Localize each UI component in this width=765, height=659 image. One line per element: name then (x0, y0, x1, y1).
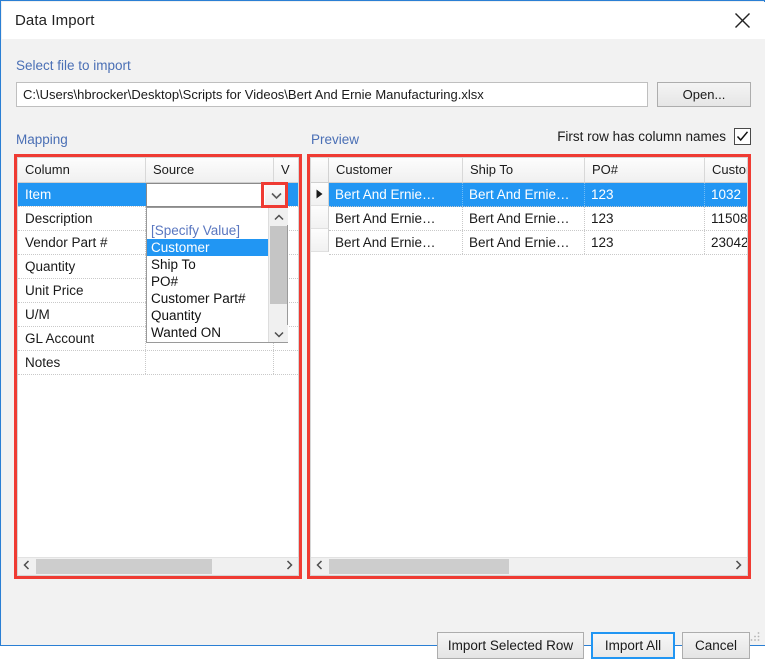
mapping-cell-column: GL Account (18, 327, 146, 350)
preview-cell-customer-part: 230424 (711, 235, 748, 250)
preview-cell-customer: Bert And Ernie… (329, 207, 463, 230)
mapping-scroll-left-button[interactable] (18, 558, 35, 575)
title-bar: Data Import (2, 2, 765, 40)
combobox-dropdown-button[interactable] (265, 184, 287, 206)
chevron-right-icon (286, 560, 293, 573)
dialog-title: Data Import (15, 12, 95, 29)
preview-cell-ship-to: Bert And Ernie… (463, 183, 585, 206)
mapping-horizontal-scrollbar[interactable] (18, 557, 298, 575)
dropdown-option-ship-to[interactable]: Ship To (147, 256, 269, 273)
close-icon (734, 12, 751, 29)
file-path-input[interactable]: C:\Users\hbrocker\Desktop\Scripts for Vi… (16, 82, 648, 107)
preview-cell-customer-part: 1032 (711, 187, 742, 202)
first-row-checkbox-label: First row has column names (557, 129, 726, 144)
chevron-right-icon (735, 560, 742, 573)
preview-cell-ship-to: Bert And Ernie… (463, 207, 585, 230)
close-button[interactable] (719, 2, 765, 39)
dropdown-scroll-up-button[interactable] (269, 208, 288, 225)
mapping-scroll-thumb[interactable] (36, 559, 212, 574)
preview-scroll-left-button[interactable] (311, 558, 328, 575)
dialog-body: Select file to import C:\Users\hbrocker\… (2, 39, 765, 659)
source-combobox[interactable] (146, 183, 288, 207)
mapping-cell-column: Vendor Part # (18, 231, 146, 254)
select-file-label: Select file to import (16, 58, 131, 73)
preview-header-customer-part[interactable]: Custon (705, 158, 747, 182)
current-row-arrow-icon (316, 187, 323, 202)
dropdown-option-po-number[interactable]: PO# (147, 273, 269, 290)
data-import-dialog: Data Import Select file to import C:\Use… (0, 0, 765, 659)
dropdown-option-specify-value[interactable]: [Specify Value] (147, 222, 269, 239)
dropdown-options: [Specify Value] Customer Ship To PO# Cus… (147, 208, 269, 342)
preview-cell-customer-part: 115082 (711, 211, 748, 226)
table-row[interactable]: Notes (18, 351, 298, 375)
mapping-cell-column: U/M (18, 303, 146, 326)
preview-header-corner (311, 158, 329, 182)
dropdown-option-customer[interactable]: Customer (147, 239, 269, 256)
mapping-cell-column: Quantity (18, 255, 146, 278)
preview-header-po-number[interactable]: PO# (585, 158, 705, 182)
chevron-down-icon (270, 188, 282, 203)
preview-section-label: Preview (311, 132, 360, 147)
mapping-section-label: Mapping (16, 132, 68, 147)
preview-grid[interactable]: Customer Ship To PO# Custon (310, 157, 748, 576)
preview-horizontal-scrollbar[interactable] (311, 557, 747, 575)
chevron-left-icon (23, 560, 30, 573)
mapping-cell-value[interactable] (274, 351, 298, 374)
preview-cell-customer: Bert And Ernie… (329, 231, 463, 254)
dropdown-option-customer-part[interactable]: Customer Part# (147, 290, 269, 307)
preview-cell-ship-to: Bert And Ernie… (463, 231, 585, 254)
mapping-cell-source[interactable] (146, 351, 274, 374)
chevron-down-icon (273, 326, 284, 341)
mapping-header-value[interactable]: V (274, 158, 298, 182)
dropdown-option-wanted-on[interactable]: Wanted ON (147, 324, 269, 341)
preview-row-header[interactable] (311, 229, 329, 252)
preview-scroll-right-button[interactable] (730, 558, 747, 575)
preview-cell-po-number: 123 (585, 231, 705, 254)
mapping-scroll-right-button[interactable] (281, 558, 298, 575)
mapping-cell-column: Notes (18, 351, 146, 374)
table-row[interactable]: Bert And Ernie… Bert And Ernie… 123 1032 (329, 183, 747, 207)
preview-cell-customer: Bert And Ernie… (329, 183, 463, 206)
checkbox-box[interactable] (734, 128, 751, 145)
preview-scroll-thumb[interactable] (329, 559, 509, 574)
table-row[interactable]: Bert And Ernie… Bert And Ernie… 123 1150… (329, 207, 748, 231)
source-dropdown-list[interactable]: [Specify Value] Customer Ship To PO# Cus… (146, 207, 288, 343)
dropdown-scroll-down-button[interactable] (269, 325, 288, 342)
chevron-up-icon (273, 209, 284, 224)
preview-cell-po-number: 123 (585, 183, 705, 206)
preview-row-headers (311, 183, 329, 255)
chevron-left-icon (316, 560, 323, 573)
open-file-button[interactable]: Open... (657, 82, 751, 107)
mapping-header-column[interactable]: Column (18, 158, 146, 182)
dropdown-option-quantity[interactable]: Quantity (147, 307, 269, 324)
dropdown-scrollbar[interactable] (268, 208, 288, 342)
preview-grid-header: Customer Ship To PO# Custon (311, 158, 747, 183)
mapping-grid[interactable]: Column Source V Item Description Vendor … (17, 157, 299, 576)
resize-grip-icon[interactable] (749, 630, 761, 642)
first-row-has-column-names-checkbox[interactable]: First row has column names (557, 128, 751, 145)
preview-header-customer[interactable]: Customer (329, 158, 463, 182)
preview-row-header-current[interactable] (311, 183, 329, 206)
mapping-cell-column: Unit Price (18, 279, 146, 302)
preview-cell-po-number: 123 (585, 207, 705, 230)
preview-row-header[interactable] (311, 206, 329, 229)
preview-header-ship-to[interactable]: Ship To (463, 158, 585, 182)
table-row[interactable]: Bert And Ernie… Bert And Ernie… 123 2304… (329, 231, 748, 255)
mapping-grid-header: Column Source V (18, 158, 298, 183)
mapping-header-source[interactable]: Source (146, 158, 274, 182)
mapping-cell-column: Description (18, 207, 146, 230)
dropdown-scroll-thumb[interactable] (270, 226, 287, 304)
mapping-cell-column: Item (18, 183, 146, 206)
